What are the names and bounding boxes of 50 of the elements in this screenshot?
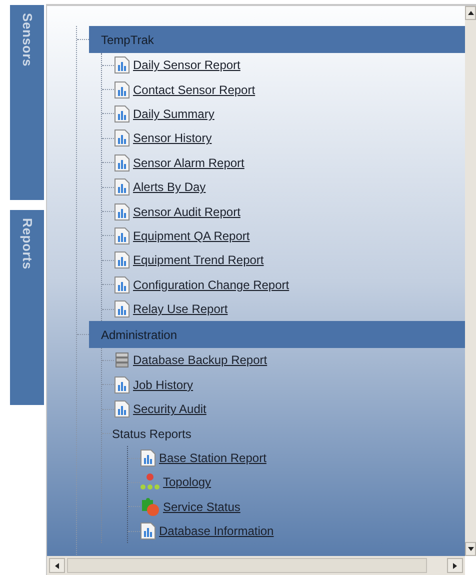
folder-label[interactable]: Status Reports [112, 424, 192, 443]
up-arrow-icon [468, 11, 474, 15]
report-link[interactable]: Database Backup Report [133, 351, 268, 370]
report-link[interactable]: Sensor History [133, 129, 212, 148]
horizontal-scrollbar[interactable] [47, 556, 465, 575]
report-link[interactable]: Equipment QA Report [133, 226, 250, 245]
report-icon [114, 202, 130, 221]
section-header: TempTrak [89, 26, 465, 53]
report-link[interactable]: Equipment Trend Report [133, 251, 264, 270]
report-link[interactable]: Security Audit [133, 400, 206, 418]
report-link[interactable]: Contact Sensor Report [133, 80, 256, 99]
report-link[interactable]: Sensor Audit Report [133, 202, 240, 221]
section-header: Administration [89, 321, 465, 348]
report-icon [140, 522, 156, 540]
report-link[interactable]: Base Station Report [159, 449, 266, 468]
scroll-down-button[interactable] [465, 542, 476, 556]
report-icon [114, 129, 130, 148]
scroll-left-button[interactable] [49, 558, 65, 573]
report-link[interactable]: Service Status [163, 498, 240, 516]
report-link[interactable]: Sensor Alarm Report [133, 154, 244, 172]
network-icon [140, 473, 160, 492]
report-icon [114, 56, 130, 74]
right-arrow-icon [453, 562, 457, 568]
report-link[interactable]: Daily Summary [133, 104, 214, 123]
report-link[interactable]: Daily Sensor Report [133, 56, 240, 74]
report-link[interactable]: Alerts By Day [133, 178, 206, 196]
report-icon [114, 80, 130, 99]
report-icon [114, 226, 130, 245]
report-link[interactable]: Database Information [159, 522, 274, 540]
report-icon [114, 104, 130, 123]
scroll-up-button[interactable] [465, 6, 476, 20]
left-arrow-icon [55, 562, 59, 568]
report-icon [114, 300, 130, 318]
report-icon [114, 154, 130, 172]
report-link[interactable]: Configuration Change Report [133, 276, 290, 294]
scroll-right-button[interactable] [447, 558, 463, 573]
report-icon [114, 400, 130, 418]
report-icon [114, 276, 130, 294]
report-icon [114, 376, 130, 394]
report-link[interactable]: Job History [133, 376, 194, 394]
scroll-thumb[interactable] [67, 558, 427, 573]
report-link[interactable]: Relay Use Report [133, 300, 228, 318]
report-icon [140, 449, 156, 468]
puzzle-icon [140, 496, 160, 517]
database-icon [114, 351, 130, 370]
down-arrow-icon [468, 547, 474, 551]
report-icon [114, 178, 130, 196]
report-link[interactable]: Topology [163, 473, 212, 492]
report-icon [114, 251, 130, 270]
vertical-scrollbar[interactable] [465, 6, 476, 556]
